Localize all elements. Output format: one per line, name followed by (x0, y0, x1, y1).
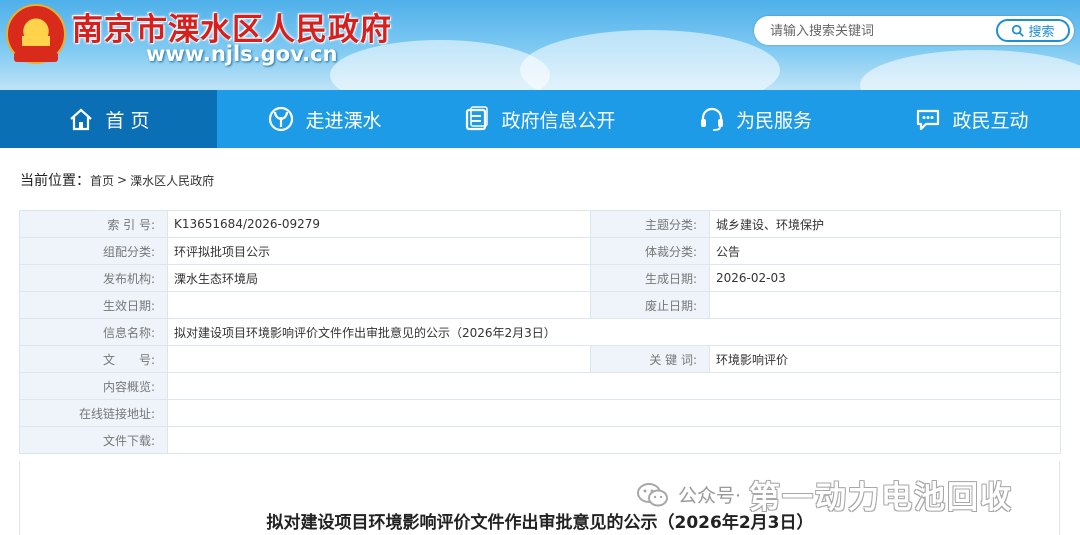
field-value: 环评拟批项目公示 (167, 237, 591, 265)
breadcrumb-label: 当前位置： (20, 173, 90, 189)
watermark: 公众号· 第一动力电池回收 (636, 472, 1013, 517)
field-value: 公告 (709, 237, 1061, 265)
table-row: 组配分类: 环评拟批项目公示 体裁分类: 公告 (19, 237, 1061, 265)
headset-icon (700, 107, 723, 131)
breadcrumb-home-link[interactable]: 首页 (90, 172, 114, 189)
field-value: 2026-02-03 (709, 264, 1061, 292)
table-row: 文件下载: (19, 426, 1061, 454)
field-value (709, 291, 1061, 319)
nav-label: 首 页 (105, 109, 150, 132)
search-button-label: 搜索 (1028, 25, 1055, 40)
table-row: 文 号: 关 键 词: 环境影响评价 (19, 345, 1061, 373)
chat-icon (917, 109, 940, 131)
field-value[interactable] (167, 399, 1061, 427)
home-icon (70, 108, 93, 131)
field-label: 生效日期: (19, 291, 168, 319)
nav-item-about[interactable]: 走进溧水 (217, 90, 432, 148)
wechat-icon (637, 482, 668, 506)
search-icon (1012, 24, 1025, 37)
field-value: 拟对建设项目环境影响评价文件作出审批意见的公示（2026年2月3日） (167, 318, 1061, 346)
table-row: 生效日期: 废止日期: (19, 291, 1061, 319)
banner-cloud (860, 50, 1080, 90)
document-icon (466, 106, 489, 131)
field-label: 内容概览: (19, 372, 168, 400)
nav-item-services[interactable]: 为民服务 (647, 90, 863, 148)
table-row: 在线链接地址: (19, 399, 1061, 427)
nav-label: 政民互动 (952, 109, 1029, 132)
field-value: 溧水生态环境局 (167, 264, 591, 292)
table-row: 索 引 号: K13651684/2026-09279 主题分类: 城乡建设、环… (19, 210, 1061, 238)
nav-item-interaction[interactable]: 政民互动 (863, 90, 1080, 148)
search-input[interactable] (768, 20, 992, 43)
search-box: 搜索 (754, 16, 1074, 45)
field-label: 生成日期: (590, 264, 710, 292)
field-value (167, 372, 1061, 400)
field-label: 文 号: (19, 345, 168, 373)
nav-label: 为民服务 (735, 109, 812, 132)
watermark-prefix: 公众号· (678, 485, 742, 507)
search-button[interactable]: 搜索 (996, 19, 1070, 42)
banner-cloud (520, 30, 780, 90)
nav-label: 走进溧水 (305, 109, 382, 132)
table-row: 发布机构: 溧水生态环境局 生成日期: 2026-02-03 (19, 264, 1061, 292)
info-table: 索 引 号: K13651684/2026-09279 主题分类: 城乡建设、环… (19, 210, 1061, 454)
breadcrumb-separator: > (117, 173, 128, 187)
field-label: 文件下载: (19, 426, 168, 454)
breadcrumb-gov-link[interactable]: 溧水区人民政府 (130, 172, 214, 189)
field-value: K13651684/2026-09279 (167, 210, 591, 238)
field-value: 城乡建设、环境保护 (709, 210, 1061, 238)
main-nav: 首 页 走进溧水 政府信息公开 为民服务 政民互动 (0, 90, 1080, 148)
leaf-icon (269, 106, 294, 132)
field-label: 在线链接地址: (19, 399, 168, 427)
field-label: 废止日期: (590, 291, 710, 319)
breadcrumb: 当前位置： 首页 > 溧水区人民政府 (20, 170, 214, 190)
nav-item-info-disclosure[interactable]: 政府信息公开 (432, 90, 647, 148)
field-value (167, 291, 591, 319)
watermark-name: 第一动力电池回收 (749, 480, 1014, 516)
site-url: www.njls.gov.cn (146, 42, 338, 66)
table-row: 信息名称: 拟对建设项目环境影响评价文件作出审批意见的公示（2026年2月3日） (19, 318, 1061, 346)
table-row: 内容概览: (19, 372, 1061, 400)
field-label: 关 键 词: (590, 345, 710, 373)
field-label: 索 引 号: (19, 210, 168, 238)
field-label: 体裁分类: (590, 237, 710, 265)
field-label: 发布机构: (19, 264, 168, 292)
field-value: 环境影响评价 (709, 345, 1061, 373)
nav-label: 政府信息公开 (501, 109, 616, 132)
field-label: 组配分类: (19, 237, 168, 265)
header-banner: ★ 南京市溧水区人民政府 www.njls.gov.cn 搜索 (0, 0, 1080, 90)
field-label: 信息名称: (19, 318, 168, 346)
field-value[interactable] (167, 426, 1061, 454)
nav-item-home[interactable]: 首 页 (0, 90, 217, 148)
field-value (167, 345, 591, 373)
national-emblem-icon[interactable]: ★ (6, 4, 66, 64)
field-label: 主题分类: (590, 210, 710, 238)
